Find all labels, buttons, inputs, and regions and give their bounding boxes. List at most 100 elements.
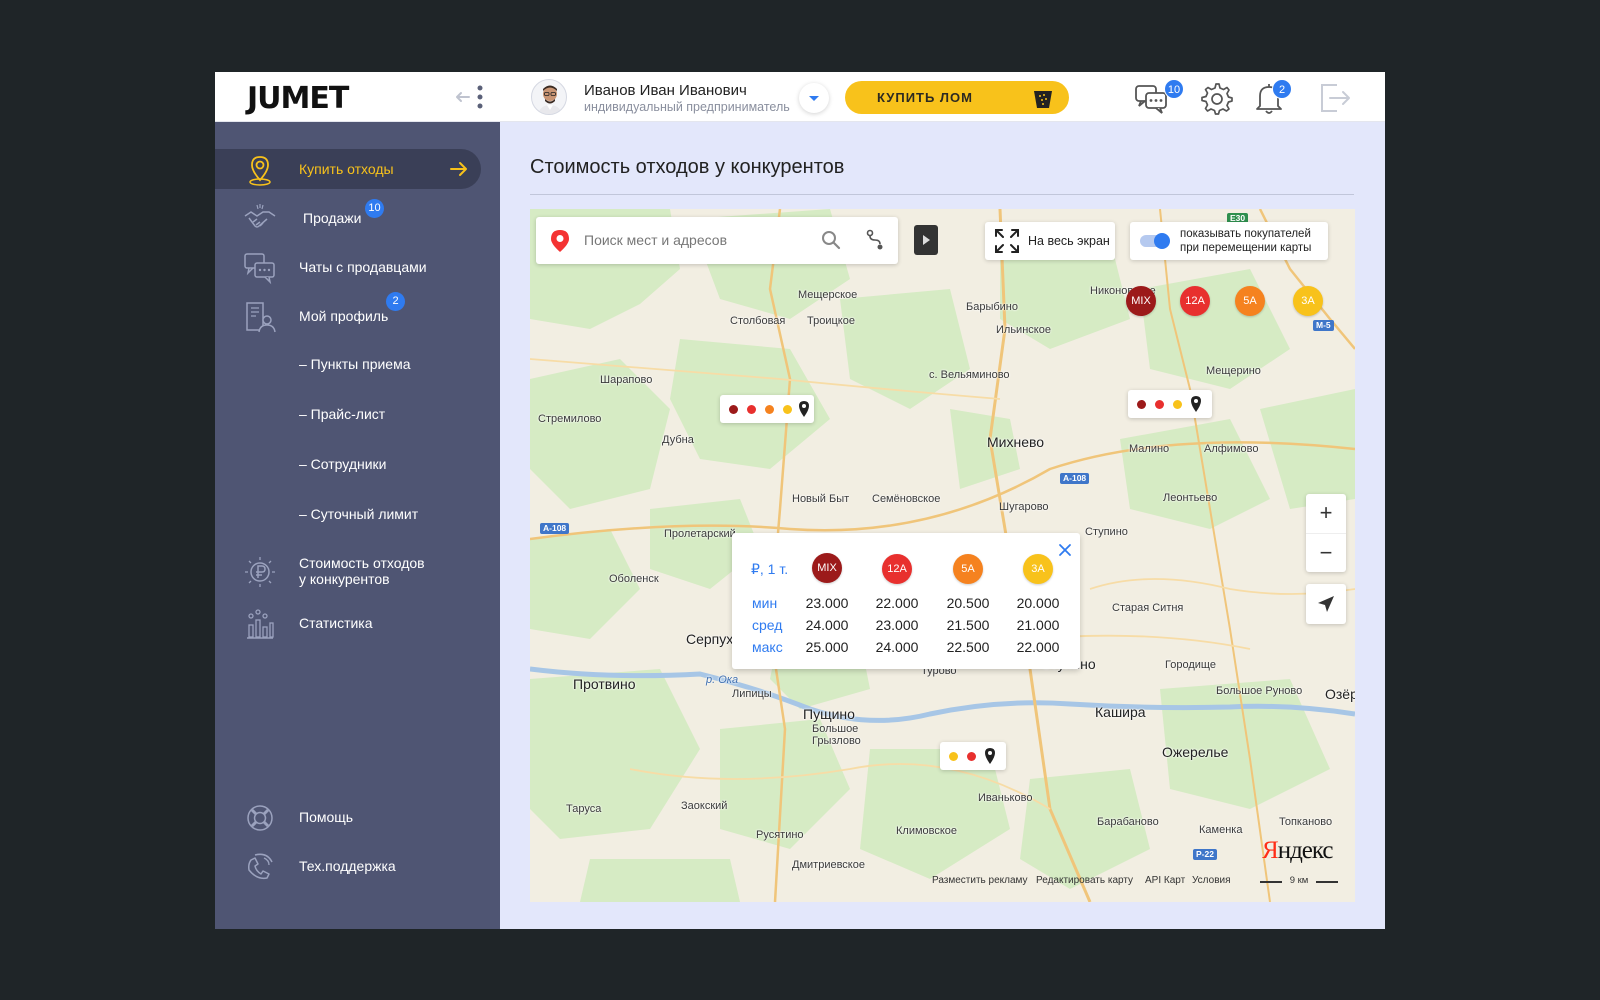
map-place-label: Мещерино <box>1206 365 1261 377</box>
map-place-label: Русятино <box>756 829 804 841</box>
sidebar-subitem-employees[interactable]: – Сотрудники <box>299 456 387 472</box>
dot-3a <box>783 405 792 414</box>
attribution-link[interactable]: Условия <box>1192 875 1231 886</box>
sidebar-subitem-price-list[interactable]: – Прайс-лист <box>299 406 385 422</box>
map-search-input[interactable] <box>584 229 804 251</box>
map-place-label: Озёры <box>1325 686 1355 702</box>
map-marker-cluster[interactable] <box>940 742 1006 770</box>
popup-category-12a: 12A <box>882 554 912 584</box>
fullscreen-icon <box>995 229 1019 253</box>
sidebar-subitem-reception-points[interactable]: – Пункты приема <box>299 356 411 372</box>
map-place-label: Барабаново <box>1097 816 1159 828</box>
attribution-link[interactable]: Разместить рекламу <box>932 875 1028 886</box>
yandex-logo[interactable]: Яндекс <box>1262 837 1334 865</box>
map-place-label: Пролетарский <box>664 528 736 540</box>
map-marker-icon <box>799 401 809 417</box>
logout-icon[interactable] <box>1317 80 1353 116</box>
map-place-label: Новый Быт <box>792 493 850 505</box>
geolocation-button[interactable] <box>1306 584 1346 624</box>
dot-mix <box>1137 400 1146 409</box>
map-place-label: Серпухов <box>686 631 732 647</box>
attribution-link[interactable]: API Карт <box>1145 875 1185 886</box>
trash-bin-icon <box>1034 91 1052 108</box>
user-dropdown-button[interactable] <box>799 83 829 113</box>
buy-scrap-button[interactable]: КУПИТЬ ЛОМ <box>845 81 1069 114</box>
help-label: Помощь <box>299 809 354 825</box>
map-marker-cluster[interactable] <box>1128 390 1212 418</box>
price-cell: 25.000 <box>805 639 849 655</box>
sidebar-item-label: Статистика <box>299 615 373 631</box>
sidebar-item-profile[interactable]: Мой профиль <box>215 296 481 336</box>
zoom-control: + − <box>1306 494 1346 572</box>
category-12a[interactable]: 12A <box>1180 286 1210 316</box>
logo[interactable]: JUMET <box>247 81 349 116</box>
map-marker-cluster[interactable] <box>720 395 814 423</box>
map-place-label: Семёновское <box>872 493 941 505</box>
zoom-in-button[interactable]: + <box>1306 494 1346 533</box>
sales-badge: 10 <box>365 199 384 218</box>
category-3a[interactable]: 3A <box>1293 286 1323 316</box>
row-label-avg: сред <box>752 617 783 633</box>
dot-3a <box>1173 400 1182 409</box>
page-title: Стоимость отходов у конкурентов <box>530 156 845 178</box>
show-buyers-label: показывать покупателей при перемещении к… <box>1180 228 1312 254</box>
route-icon[interactable] <box>864 229 886 251</box>
panel-expand-button[interactable] <box>914 225 938 255</box>
road-label: M-5 <box>1313 320 1334 331</box>
popup-category-mix: MIX <box>812 553 842 583</box>
user-name[interactable]: Иванов Иван Иванович <box>584 82 747 99</box>
category-5a[interactable]: 5A <box>1235 286 1265 316</box>
handshake-icon <box>244 204 276 228</box>
profile-badge: 2 <box>386 292 405 311</box>
sidebar-item-support[interactable]: Тех.поддержка <box>215 846 481 886</box>
map-place-label: Троицкое <box>807 315 855 327</box>
map-place-label: Мещерское <box>798 289 858 301</box>
map-place-label: Шарапово <box>600 374 653 386</box>
price-cell: 22.000 <box>1016 639 1060 655</box>
sidebar-item-chats[interactable]: Чаты с продавцами <box>215 247 481 287</box>
row-label-min: мин <box>752 595 778 611</box>
sidebar-item-buy-waste[interactable]: Купить отходы <box>215 149 481 189</box>
map[interactable]: Мещерское Столбовая Троицкое Барыбино Ил… <box>530 209 1355 902</box>
map-search <box>536 217 898 264</box>
statistics-icon <box>247 609 274 639</box>
map-place-label: Таруса <box>566 803 602 815</box>
sidebar: Купить отходы Продажи 10 Чаты с продавца… <box>215 122 500 929</box>
price-cell: 21.500 <box>946 617 990 633</box>
collapse-menu-icon[interactable] <box>455 84 491 110</box>
search-icon[interactable] <box>821 230 841 250</box>
category-mix[interactable]: MIX <box>1126 286 1156 316</box>
dot-3a <box>949 752 958 761</box>
attribution-link[interactable]: Редактировать карту <box>1036 875 1133 886</box>
map-place-label: Алфимово <box>1204 443 1259 455</box>
dot-12a <box>1155 400 1164 409</box>
sidebar-item-statistics[interactable]: Статистика <box>215 603 481 643</box>
map-place-label: Протвино <box>573 676 636 692</box>
avatar[interactable] <box>531 79 567 115</box>
competitors-line-2: у конкурентов <box>299 571 390 587</box>
price-cell: 22.500 <box>946 639 990 655</box>
sidebar-item-help[interactable]: Помощь <box>215 797 481 837</box>
sidebar-item-sales[interactable]: Продажи <box>215 198 481 238</box>
map-place-label: Стремилово <box>538 413 602 425</box>
sidebar-subitem-daily-limit[interactable]: – Суточный лимит <box>299 506 418 522</box>
close-icon[interactable] <box>1058 543 1072 557</box>
road-label: P-22 <box>1193 849 1217 860</box>
show-buyers-toggle[interactable] <box>1140 233 1170 249</box>
sidebar-item-competitor-prices[interactable]: Стоимость отходов у конкурентов <box>215 547 481 597</box>
map-place-label: Климовское <box>896 825 958 837</box>
dot-5a <box>765 405 774 414</box>
sidebar-item-label: Чаты с продавцами <box>299 259 427 275</box>
map-place-label: Большое Руново <box>1216 685 1303 697</box>
user-role: индивидуальный предприниматель <box>584 100 790 114</box>
zoom-out-button[interactable]: − <box>1306 533 1346 572</box>
map-place-label: Дубна <box>662 434 694 446</box>
header: JUMET Иванов Иван Иванович индивидуальны… <box>215 72 1385 122</box>
fullscreen-button[interactable]: На весь экран <box>985 222 1115 260</box>
price-cell: 23.000 <box>875 617 919 633</box>
map-place-label: Малино <box>1129 443 1170 455</box>
road-label: A-108 <box>540 523 570 534</box>
gear-icon[interactable] <box>1198 80 1234 116</box>
map-place-label: Городище <box>1165 659 1216 671</box>
location-pin-icon <box>249 156 271 186</box>
